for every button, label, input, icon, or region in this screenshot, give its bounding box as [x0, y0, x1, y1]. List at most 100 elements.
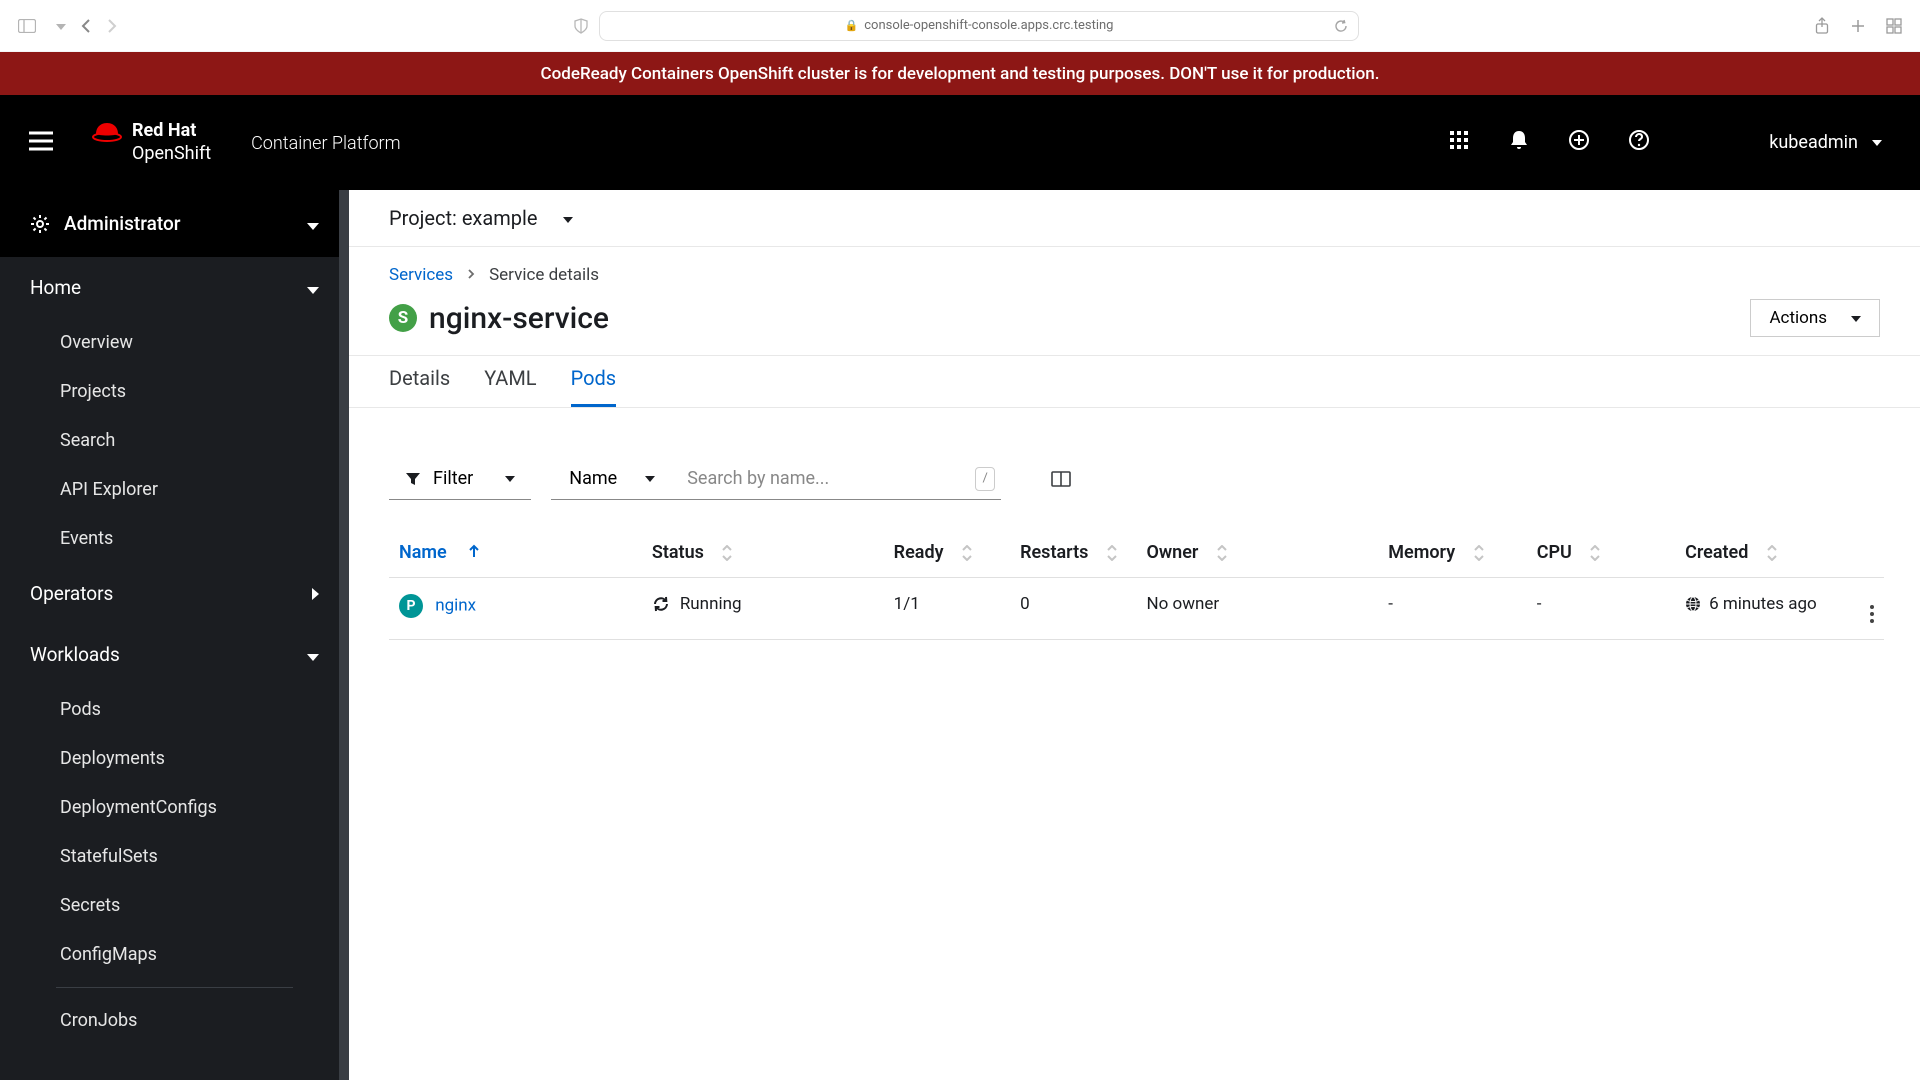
tabs: Details YAML Pods	[349, 356, 1920, 407]
refresh-icon[interactable]	[1334, 19, 1348, 33]
ready-value: 1/1	[884, 578, 1010, 640]
columns-toggle-icon[interactable]	[1051, 471, 1071, 487]
brand-line3: Container Platform	[251, 133, 400, 154]
breadcrumb-current: Service details	[489, 265, 599, 285]
help-icon[interactable]	[1629, 130, 1649, 155]
column-header-cpu[interactable]: CPU	[1527, 528, 1675, 578]
column-header-owner[interactable]: Owner	[1136, 528, 1378, 578]
nav-back-icon[interactable]	[80, 17, 92, 35]
nav-item-search[interactable]: Search	[0, 416, 349, 465]
pod-link[interactable]: nginx	[435, 595, 476, 615]
shield-icon[interactable]	[573, 18, 589, 34]
sort-icon	[1474, 545, 1484, 561]
banner-text: CodeReady Containers OpenShift cluster i…	[541, 64, 1380, 84]
nav-item-deployments[interactable]: Deployments	[0, 734, 349, 783]
actions-button[interactable]: Actions	[1750, 299, 1880, 337]
address-bar[interactable]: 🔒 console-openshift-console.apps.crc.tes…	[599, 11, 1359, 41]
nav-section-home[interactable]: Home	[0, 257, 349, 318]
chevron-down-icon	[499, 468, 515, 489]
tab-details[interactable]: Details	[389, 356, 450, 407]
project-value: example	[462, 206, 538, 230]
nav-item-events[interactable]: Events	[0, 514, 349, 563]
nav-item-overview[interactable]: Overview	[0, 318, 349, 367]
brand-logo[interactable]: Red Hat OpenShift	[92, 120, 211, 165]
chevron-down-icon	[307, 276, 319, 299]
project-selector[interactable]: Project: example	[349, 190, 1920, 246]
column-header-restarts[interactable]: Restarts	[1010, 528, 1136, 578]
chevron-down-icon	[307, 212, 319, 235]
brand-line1: Red Hat	[132, 120, 196, 141]
sort-icon	[1107, 545, 1117, 561]
pods-table: Name Status Ready Restarts	[389, 528, 1884, 640]
search-scope-select[interactable]: Name	[551, 458, 673, 500]
search-input[interactable]	[673, 458, 975, 499]
chevron-down-icon	[639, 468, 655, 489]
column-header-status[interactable]: Status	[642, 528, 884, 578]
sort-asc-icon	[469, 542, 479, 563]
gear-icon	[30, 214, 50, 234]
user-menu[interactable]: kubeadmin	[1769, 132, 1882, 153]
row-kebab-menu[interactable]	[1840, 578, 1884, 640]
browser-chrome: 🔒 console-openshift-console.apps.crc.tes…	[0, 0, 1920, 52]
new-tab-icon[interactable]	[1850, 18, 1866, 34]
tab-yaml[interactable]: YAML	[484, 356, 536, 407]
perspective-switcher[interactable]: Administrator	[0, 190, 349, 257]
filter-button[interactable]: Filter	[389, 458, 531, 500]
toolbar: Filter Name /	[349, 408, 1920, 518]
username: kubeadmin	[1769, 132, 1858, 153]
nav-item-deploymentconfigs[interactable]: DeploymentConfigs	[0, 783, 349, 832]
nav-item-statefulsets[interactable]: StatefulSets	[0, 832, 349, 881]
tab-pods[interactable]: Pods	[571, 356, 617, 407]
scope-label: Name	[569, 468, 617, 489]
warning-banner: CodeReady Containers OpenShift cluster i…	[0, 52, 1920, 95]
tabs-overview-icon[interactable]	[1886, 18, 1902, 34]
column-header-ready[interactable]: Ready	[884, 528, 1010, 578]
bell-icon[interactable]	[1509, 129, 1529, 156]
filter-label: Filter	[433, 468, 473, 489]
url-text: console-openshift-console.apps.crc.testi…	[864, 18, 1113, 33]
chevron-right-icon	[312, 582, 319, 605]
plus-circle-icon[interactable]	[1569, 130, 1589, 155]
kebab-icon	[1870, 605, 1874, 623]
brand-line2: OpenShift	[132, 143, 211, 164]
nav-item-secrets[interactable]: Secrets	[0, 881, 349, 930]
status-text: Running	[680, 594, 742, 614]
nav-section-operators[interactable]: Operators	[0, 563, 349, 624]
resource-badge-pod: P	[399, 594, 423, 618]
column-header-memory[interactable]: Memory	[1378, 528, 1526, 578]
nav-section-label: Operators	[30, 582, 113, 605]
main-content: Project: example Services Service detail…	[349, 190, 1920, 1080]
page-title: nginx-service	[429, 301, 609, 336]
sync-icon	[652, 596, 670, 612]
hamburger-icon[interactable]	[28, 130, 54, 156]
nav-item-pods[interactable]: Pods	[0, 685, 349, 734]
share-icon[interactable]	[1814, 17, 1830, 35]
app-launcher-icon[interactable]	[1449, 130, 1469, 155]
nav-item-api-explorer[interactable]: API Explorer	[0, 465, 349, 514]
nav-item-configmaps[interactable]: ConfigMaps	[0, 930, 349, 979]
sort-icon	[722, 545, 732, 561]
nav-item-cronjobs[interactable]: CronJobs	[0, 996, 349, 1045]
nav-section-label: Home	[30, 276, 81, 299]
restarts-value: 0	[1010, 578, 1136, 640]
filter-icon	[405, 472, 421, 486]
memory-value: -	[1378, 578, 1526, 640]
chevron-down-icon[interactable]	[50, 16, 66, 35]
sidebar: Administrator Home Overview Projects Sea…	[0, 190, 349, 1080]
created-value: 6 minutes ago	[1709, 594, 1817, 614]
sort-icon	[1767, 545, 1777, 561]
masthead: Red Hat OpenShift Container Platform kub…	[0, 95, 1920, 190]
column-header-name[interactable]: Name	[389, 528, 642, 578]
nav-divider	[56, 987, 293, 988]
breadcrumb-parent[interactable]: Services	[389, 265, 453, 285]
sort-icon	[962, 545, 972, 561]
sidebar-toggle-icon[interactable]	[18, 19, 36, 33]
nav-forward-icon	[106, 17, 118, 35]
project-label: Project:	[389, 206, 457, 230]
nav-section-workloads[interactable]: Workloads	[0, 624, 349, 685]
nav-item-projects[interactable]: Projects	[0, 367, 349, 416]
nav-section-label: Workloads	[30, 643, 120, 666]
column-header-created[interactable]: Created	[1675, 528, 1840, 578]
sort-icon	[1217, 545, 1227, 561]
chevron-down-icon	[307, 643, 319, 666]
